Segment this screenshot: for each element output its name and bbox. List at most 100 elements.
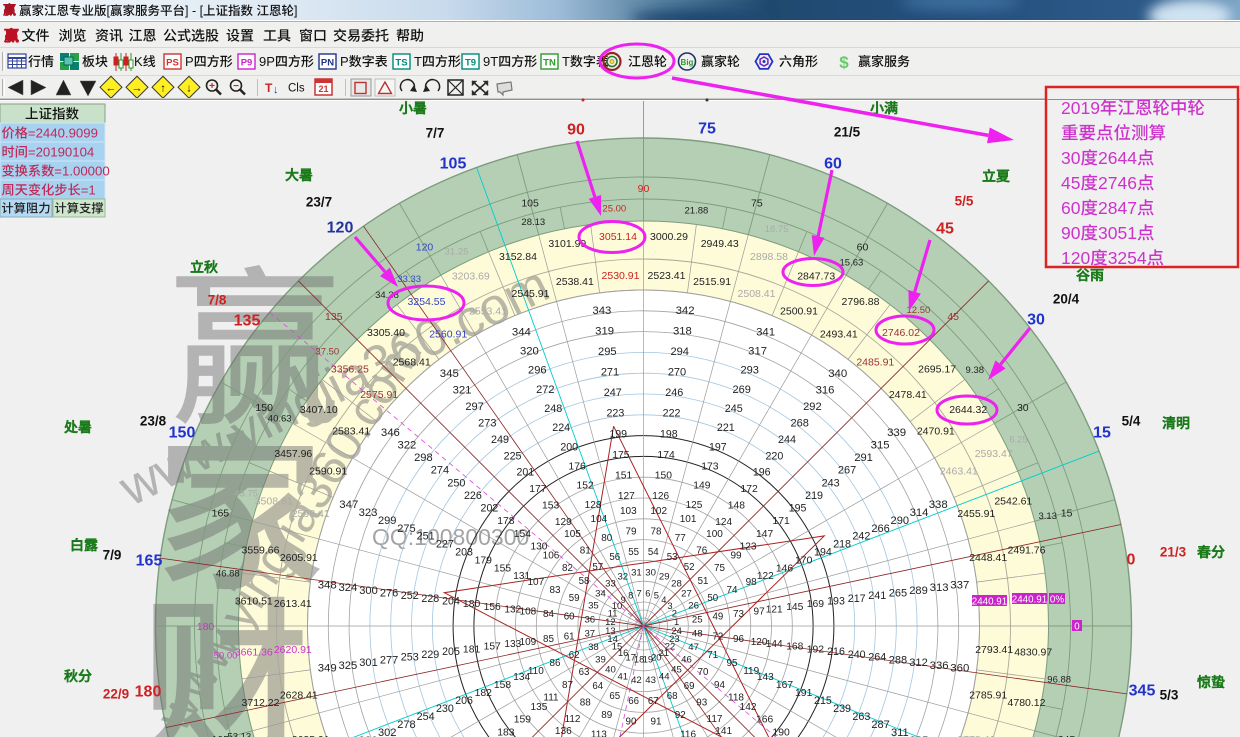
svg-text:216: 216 bbox=[827, 646, 845, 658]
svg-text:3: 3 bbox=[667, 600, 672, 611]
svg-text:325: 325 bbox=[338, 660, 357, 672]
svg-text:245: 245 bbox=[725, 403, 743, 415]
svg-text:2613.41: 2613.41 bbox=[274, 598, 312, 610]
svg-text:206: 206 bbox=[455, 695, 473, 707]
svg-text:224: 224 bbox=[552, 422, 570, 434]
svg-text:2463.41: 2463.41 bbox=[940, 465, 978, 477]
svg-text:274: 274 bbox=[431, 465, 449, 477]
svg-text:81: 81 bbox=[580, 546, 591, 557]
svg-text:Cls: Cls bbox=[288, 83, 305, 95]
svg-text:60: 60 bbox=[857, 242, 869, 254]
svg-text:73: 73 bbox=[733, 609, 744, 620]
svg-text:302: 302 bbox=[378, 727, 397, 737]
svg-text:263: 263 bbox=[852, 711, 870, 723]
svg-text:270: 270 bbox=[668, 367, 686, 379]
svg-text:2628.41: 2628.41 bbox=[280, 689, 318, 701]
svg-text:23/7: 23/7 bbox=[306, 195, 332, 210]
svg-text:$: $ bbox=[839, 53, 849, 72]
svg-text:2746: 2746 bbox=[1098, 173, 1137, 193]
svg-text:P: P bbox=[185, 54, 194, 69]
svg-text:205: 205 bbox=[442, 646, 460, 658]
svg-text:89: 89 bbox=[601, 710, 612, 721]
svg-text:44: 44 bbox=[659, 672, 670, 683]
svg-text:T9: T9 bbox=[465, 58, 476, 69]
svg-text:4830.97: 4830.97 bbox=[1014, 646, 1052, 658]
svg-text:170: 170 bbox=[795, 555, 813, 566]
svg-text:289: 289 bbox=[909, 585, 928, 597]
svg-text:300: 300 bbox=[359, 585, 378, 597]
svg-text:288: 288 bbox=[889, 654, 907, 666]
svg-text:149: 149 bbox=[693, 481, 710, 492]
svg-text:PN: PN bbox=[321, 58, 334, 69]
svg-text:3203.69: 3203.69 bbox=[452, 271, 490, 283]
svg-text:2746.02: 2746.02 bbox=[882, 327, 920, 339]
svg-text:144: 144 bbox=[766, 639, 783, 650]
svg-text:82: 82 bbox=[562, 563, 573, 574]
svg-text:204: 204 bbox=[442, 596, 460, 608]
svg-text:T: T bbox=[562, 54, 570, 69]
svg-text:301: 301 bbox=[359, 657, 378, 669]
svg-text:2470.91: 2470.91 bbox=[917, 426, 955, 438]
svg-text:43.75: 43.75 bbox=[234, 488, 258, 499]
svg-text:33.33: 33.33 bbox=[397, 274, 421, 285]
svg-text:2605.91: 2605.91 bbox=[280, 552, 318, 564]
svg-text:129: 129 bbox=[555, 517, 572, 528]
svg-text:321: 321 bbox=[453, 385, 472, 397]
svg-text:272: 272 bbox=[536, 384, 554, 396]
svg-text:68: 68 bbox=[667, 691, 678, 702]
svg-text:90: 90 bbox=[626, 717, 637, 728]
svg-text:6: 6 bbox=[645, 587, 650, 598]
svg-text:27: 27 bbox=[681, 589, 692, 600]
svg-text:15: 15 bbox=[1061, 507, 1073, 519]
svg-text:78: 78 bbox=[651, 527, 662, 538]
svg-text:35: 35 bbox=[588, 601, 599, 612]
svg-text:65: 65 bbox=[609, 691, 620, 702]
svg-text:2515.91: 2515.91 bbox=[693, 276, 731, 288]
svg-text:37.50: 37.50 bbox=[315, 347, 339, 358]
svg-text:→: → bbox=[132, 83, 143, 95]
svg-text:135: 135 bbox=[530, 702, 547, 713]
svg-text:3051: 3051 bbox=[1098, 223, 1137, 243]
svg-text:2620.91: 2620.91 bbox=[274, 644, 312, 656]
svg-text:TS: TS bbox=[395, 58, 407, 69]
svg-text:180: 180 bbox=[463, 599, 481, 610]
svg-text:143: 143 bbox=[757, 672, 774, 683]
svg-text:7/8: 7/8 bbox=[208, 293, 227, 308]
svg-text:=1: =1 bbox=[81, 183, 96, 198]
svg-text:125: 125 bbox=[685, 500, 702, 511]
svg-text:87: 87 bbox=[562, 680, 573, 691]
svg-text:253: 253 bbox=[401, 652, 419, 664]
svg-text:2545.91: 2545.91 bbox=[512, 288, 550, 300]
svg-text:294: 294 bbox=[670, 346, 689, 358]
svg-text:2538.41: 2538.41 bbox=[556, 276, 594, 288]
svg-text:=20190104: =20190104 bbox=[28, 145, 94, 160]
svg-text:179: 179 bbox=[475, 555, 493, 566]
svg-text:70: 70 bbox=[698, 667, 709, 678]
svg-text:104: 104 bbox=[591, 514, 608, 525]
svg-text:166: 166 bbox=[756, 715, 773, 726]
svg-text:345: 345 bbox=[440, 368, 459, 380]
svg-text:150: 150 bbox=[655, 470, 672, 481]
svg-text:2575.91: 2575.91 bbox=[360, 389, 398, 401]
svg-text:251: 251 bbox=[417, 531, 435, 543]
svg-text:154: 154 bbox=[514, 529, 531, 540]
svg-text:45: 45 bbox=[1061, 173, 1080, 193]
svg-text:150: 150 bbox=[255, 402, 273, 414]
svg-text:8: 8 bbox=[628, 590, 633, 601]
svg-text:=1.00000: =1.00000 bbox=[54, 164, 109, 179]
svg-text:21: 21 bbox=[318, 84, 328, 94]
svg-text:3000.29: 3000.29 bbox=[650, 231, 688, 243]
svg-text:21/5: 21/5 bbox=[834, 125, 861, 140]
svg-text:172: 172 bbox=[740, 484, 758, 495]
svg-text:2847.73: 2847.73 bbox=[797, 271, 835, 283]
svg-text:100: 100 bbox=[706, 529, 723, 540]
svg-text:323: 323 bbox=[359, 507, 378, 519]
svg-text:215: 215 bbox=[814, 695, 832, 707]
svg-text:98: 98 bbox=[746, 577, 758, 588]
svg-text:131: 131 bbox=[513, 571, 530, 582]
svg-text:320: 320 bbox=[520, 346, 539, 358]
svg-text:20/4: 20/4 bbox=[1053, 292, 1080, 307]
svg-text:40: 40 bbox=[605, 664, 616, 675]
svg-text:]: ] bbox=[294, 4, 297, 18]
svg-text:116: 116 bbox=[680, 729, 696, 737]
